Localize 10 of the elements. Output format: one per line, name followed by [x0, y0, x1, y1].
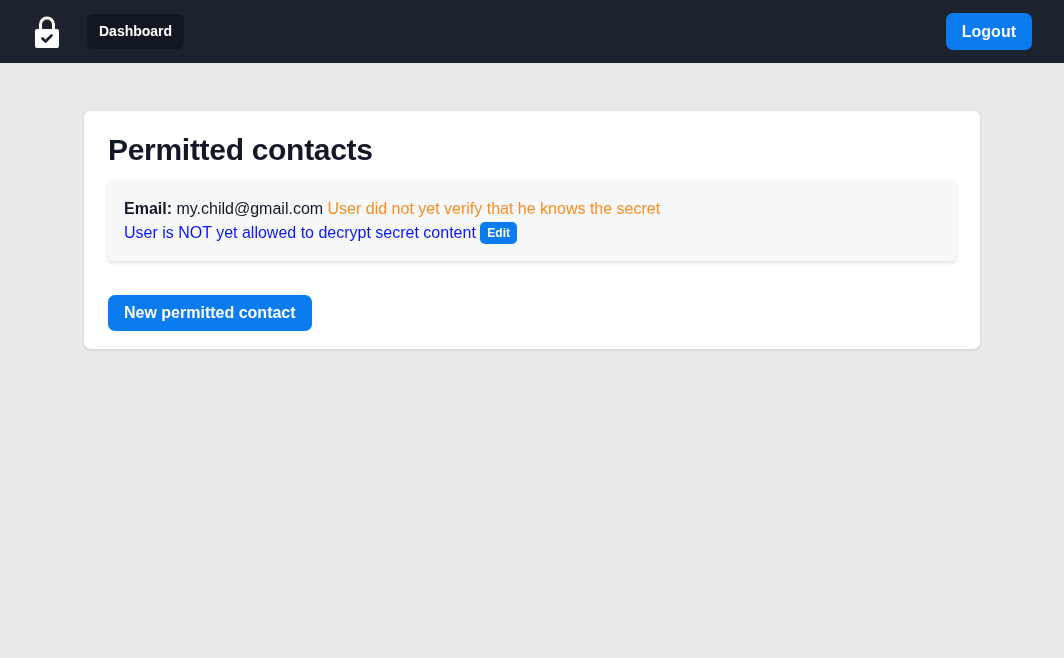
- logout-button[interactable]: Logout: [945, 13, 1032, 50]
- edit-button[interactable]: Edit: [480, 222, 517, 244]
- status-text: User is NOT yet allowed to decrypt secret content: [124, 224, 476, 241]
- page-title: Permitted contacts: [108, 132, 374, 168]
- email-address: my.child@gmail.com: [176, 200, 324, 217]
- email-label: Email:: [124, 200, 172, 217]
- status-text: User did not yet verify that he knows the secret: [327, 200, 661, 217]
- lock-icon[interactable]: [35, 15, 59, 48]
- nav-link[interactable]: Dashboard: [87, 14, 185, 49]
- new-contact-button[interactable]: New permitted contact: [108, 295, 312, 331]
